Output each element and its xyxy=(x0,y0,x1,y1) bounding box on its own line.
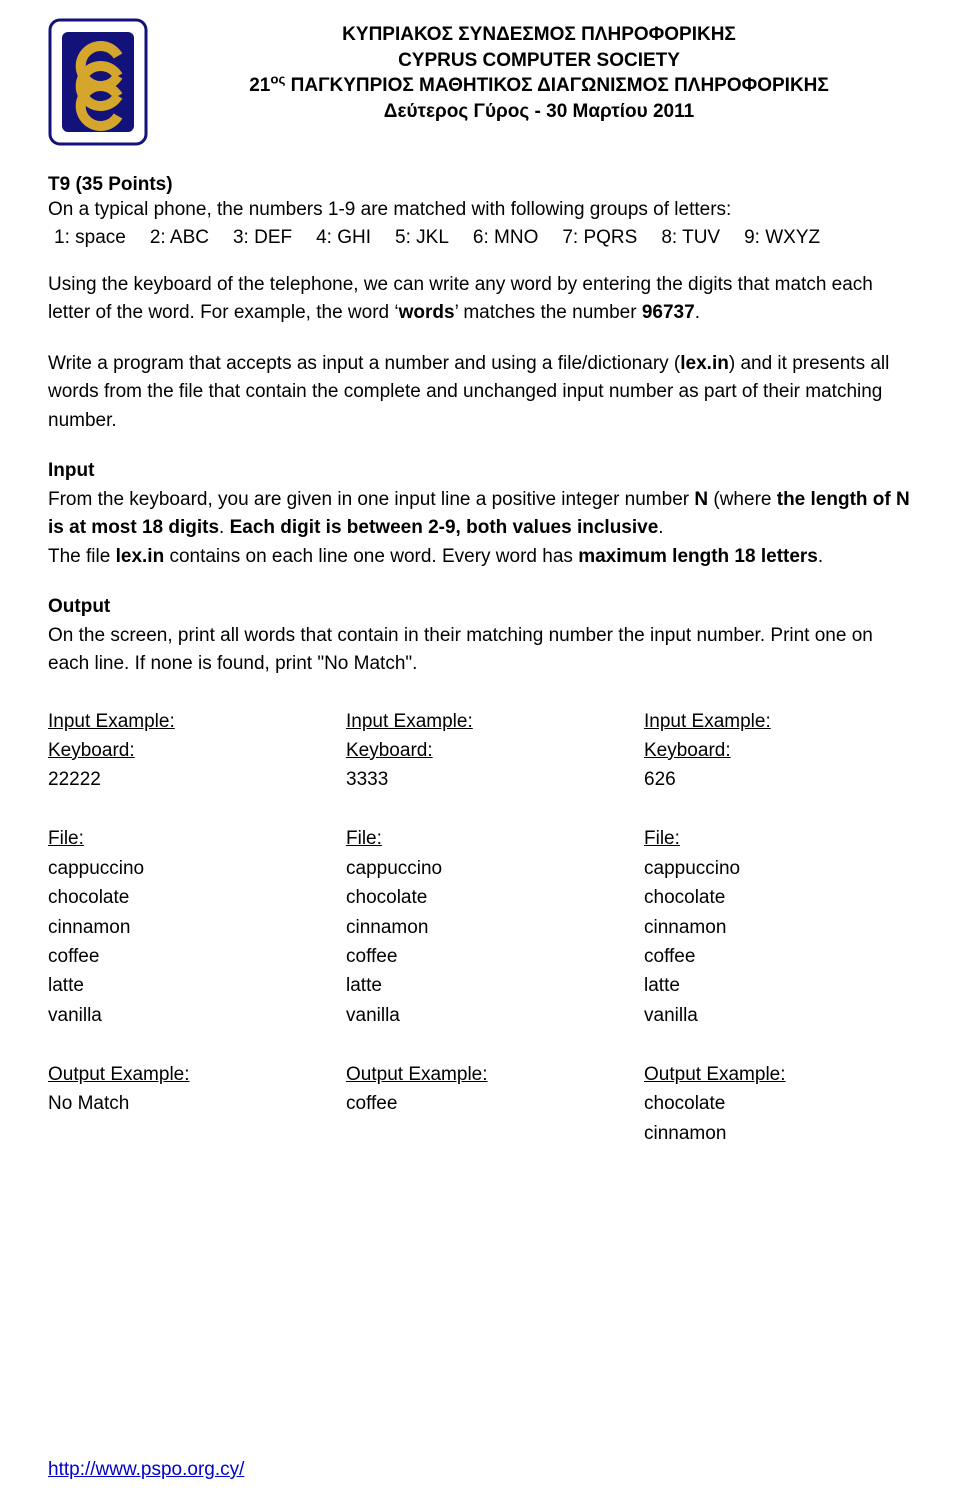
file-word: coffee xyxy=(48,942,316,971)
input-description-2: The file lex.in contains on each line on… xyxy=(48,543,912,572)
file-word: vanilla xyxy=(644,1001,912,1030)
label-keyboard: Keyboard: xyxy=(346,740,433,761)
input-description-1: From the keyboard, you are given in one … xyxy=(48,486,912,543)
output-word: No Match xyxy=(48,1089,316,1118)
file-word: cappuccino xyxy=(346,854,614,883)
keymap-item: 2: ABC xyxy=(150,227,209,249)
label-output-example: Output Example: xyxy=(48,1064,190,1085)
paragraph-words-example: Using the keyboard of the telephone, we … xyxy=(48,271,912,328)
output-word: coffee xyxy=(346,1089,614,1118)
input-heading: Input xyxy=(48,457,912,486)
file-word: vanilla xyxy=(48,1001,316,1030)
page: ΚΥΠΡΙΑΚΟΣ ΣΥΝΔΕΣΜΟΣ ΠΛΗΡΟΦΟΡΙΚΗΣ CYPRUS … xyxy=(0,0,960,1511)
header-line-1: ΚΥΠΡΙΑΚΟΣ ΣΥΝΔΕΣΜΟΣ ΠΛΗΡΟΦΟΡΙΚΗΣ xyxy=(166,22,912,48)
label-input-example: Input Example: xyxy=(644,711,771,732)
file-word: cappuccino xyxy=(48,854,316,883)
header-line-4: Δεύτερος Γύρος - 30 Μαρτίου 2011 xyxy=(166,99,912,125)
keymap-item: 4: GHI xyxy=(316,227,371,249)
keymap-item: 9: WXYZ xyxy=(744,227,820,249)
file-word: cinnamon xyxy=(644,913,912,942)
file-word: cinnamon xyxy=(346,913,614,942)
keymap-item: 3: DEF xyxy=(233,227,292,249)
example-keyboard-value: 3333 xyxy=(346,765,614,794)
keymap-item: 7: PQRS xyxy=(562,227,637,249)
ccs-logo-icon xyxy=(48,18,148,146)
label-input-example: Input Example: xyxy=(346,711,473,732)
problem-title: T9 (35 Points) xyxy=(48,174,912,196)
label-file: File: xyxy=(346,828,382,849)
label-output-example: Output Example: xyxy=(346,1064,488,1085)
file-word: latte xyxy=(346,971,614,1000)
file-word: chocolate xyxy=(48,883,316,912)
file-word: cappuccino xyxy=(644,854,912,883)
label-file: File: xyxy=(48,828,84,849)
example-column-3: Input Example: Keyboard: 626 File: cappu… xyxy=(644,707,912,1149)
label-keyboard: Keyboard: xyxy=(48,740,135,761)
file-word: coffee xyxy=(644,942,912,971)
keymap-row: 1: space 2: ABC 3: DEF 4: GHI 5: JKL 6: … xyxy=(48,227,912,249)
file-word: latte xyxy=(644,971,912,1000)
keymap-item: 1: space xyxy=(54,227,126,249)
label-keyboard: Keyboard: xyxy=(644,740,731,761)
example-keyboard-value: 626 xyxy=(644,765,912,794)
header-line-2: CYPRUS COMPUTER SOCIETY xyxy=(166,48,912,74)
examples-row: Input Example: Keyboard: 22222 File: cap… xyxy=(48,707,912,1149)
file-word: chocolate xyxy=(644,883,912,912)
example-column-1: Input Example: Keyboard: 22222 File: cap… xyxy=(48,707,316,1149)
header-text: ΚΥΠΡΙΑΚΟΣ ΣΥΝΔΕΣΜΟΣ ΠΛΗΡΟΦΟΡΙΚΗΣ CYPRUS … xyxy=(166,18,912,125)
keymap-item: 6: MNO xyxy=(473,227,538,249)
paragraph-task: Write a program that accepts as input a … xyxy=(48,350,912,436)
file-word: latte xyxy=(48,971,316,1000)
example-keyboard-value: 22222 xyxy=(48,765,316,794)
footer-link[interactable]: http://www.pspo.org.cy/ xyxy=(48,1459,244,1481)
label-output-example: Output Example: xyxy=(644,1064,786,1085)
header-line-3: 21ος ΠΑΓΚΥΠΡΙΟΣ ΜΑΘΗΤΙΚΟΣ ΔΙΑΓΩΝΙΣΜΟΣ ΠΛ… xyxy=(166,73,912,99)
file-word: chocolate xyxy=(346,883,614,912)
output-heading: Output xyxy=(48,593,912,622)
label-input-example: Input Example: xyxy=(48,711,175,732)
label-file: File: xyxy=(644,828,680,849)
keymap-item: 8: TUV xyxy=(661,227,720,249)
intro-text: On a typical phone, the numbers 1-9 are … xyxy=(48,196,912,225)
example-column-2: Input Example: Keyboard: 3333 File: capp… xyxy=(346,707,614,1149)
output-description: On the screen, print all words that cont… xyxy=(48,622,912,679)
file-word: coffee xyxy=(346,942,614,971)
file-word: cinnamon xyxy=(48,913,316,942)
output-word: chocolate xyxy=(644,1089,912,1118)
header: ΚΥΠΡΙΑΚΟΣ ΣΥΝΔΕΣΜΟΣ ΠΛΗΡΟΦΟΡΙΚΗΣ CYPRUS … xyxy=(48,18,912,146)
output-word: cinnamon xyxy=(644,1119,912,1148)
file-word: vanilla xyxy=(346,1001,614,1030)
keymap-item: 5: JKL xyxy=(395,227,449,249)
